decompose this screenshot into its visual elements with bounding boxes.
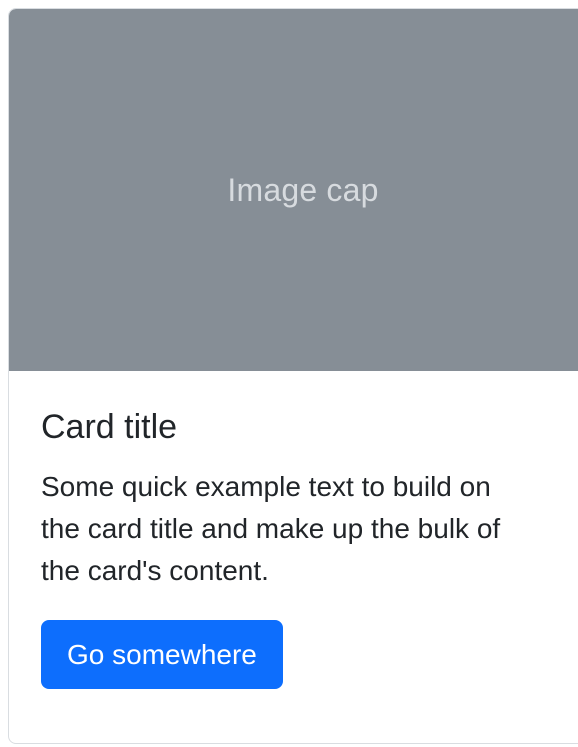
card-text: Some quick example text to build on the … — [41, 470, 501, 586]
go-somewhere-button[interactable]: Go somewhere — [41, 619, 283, 690]
card-body: Card title Some quick example text to bu… — [9, 371, 578, 690]
card: Image cap Card title Some quick example … — [8, 8, 578, 744]
card-image-cap: Image cap — [9, 9, 578, 371]
card-title: Card title — [41, 408, 178, 446]
image-cap-label: Image cap — [227, 171, 379, 208]
